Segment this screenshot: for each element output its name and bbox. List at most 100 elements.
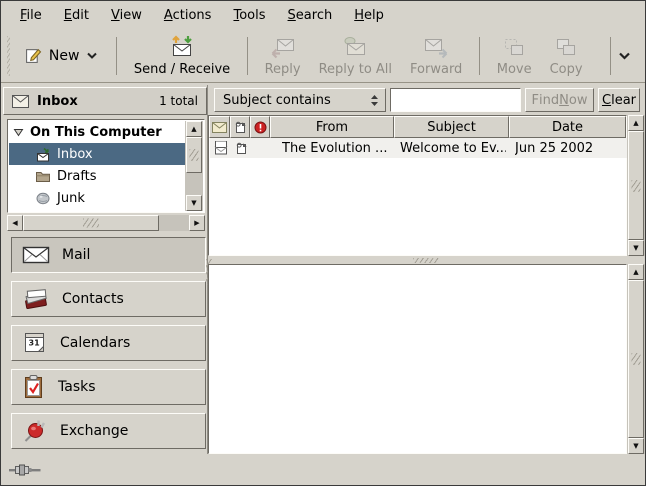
search-criteria-dropdown[interactable]: Subject contains <box>214 88 386 112</box>
junk-folder-icon <box>35 191 51 205</box>
copy-label: Copy <box>550 62 583 77</box>
toolbar-grip[interactable] <box>7 36 10 76</box>
tree-scrollbar: ▲ ▼ <box>185 121 203 211</box>
expander-triangle-icon[interactable] <box>13 128 24 137</box>
column-header-importance[interactable] <box>250 116 270 138</box>
copy-icon <box>553 37 579 59</box>
statusbar <box>1 454 646 486</box>
shortcut-exchange-button[interactable]: Exchange <box>11 413 206 449</box>
tree-root-label: On This Computer <box>30 125 162 140</box>
scroll-up-button[interactable]: ▲ <box>628 115 644 131</box>
reply-button[interactable]: Reply <box>256 32 310 80</box>
menu-search[interactable]: Search <box>277 5 344 26</box>
menu-file[interactable]: File <box>9 5 53 26</box>
send-receive-icon <box>169 33 195 59</box>
send-receive-button[interactable]: Send / Receive <box>125 32 239 80</box>
message-count: 1 total <box>159 94 198 108</box>
shortcut-tasks-button[interactable]: Tasks <box>11 369 206 405</box>
shortcut-calendars-button[interactable]: 31 Calendars <box>11 325 206 361</box>
read-message-icon <box>213 141 229 155</box>
move-icon <box>501 37 527 59</box>
scroll-down-button[interactable]: ▼ <box>186 195 202 211</box>
offline-plug-icon[interactable] <box>9 463 41 477</box>
menubar: File Edit View Actions Tools Search Help <box>1 1 645 29</box>
drafts-folder-icon <box>35 169 51 183</box>
tree-row-junk[interactable]: Junk <box>9 187 185 209</box>
move-button[interactable]: Move <box>488 32 541 80</box>
shortcut-contacts-button[interactable]: Contacts <box>11 281 206 317</box>
list-preview-splitter[interactable] <box>208 256 645 264</box>
new-button[interactable]: New <box>15 39 109 72</box>
scroll-right-button[interactable]: ▶ <box>189 215 205 231</box>
scroll-down-button[interactable]: ▼ <box>628 240 644 256</box>
menu-help[interactable]: Help <box>343 5 395 26</box>
tree-row-on-this-computer[interactable]: On This Computer <box>9 121 203 143</box>
menu-view[interactable]: View <box>100 5 153 26</box>
shortcut-label: Contacts <box>62 291 124 307</box>
tree-item-label: Junk <box>57 191 85 206</box>
search-input[interactable] <box>390 88 521 112</box>
message-list-scrollbar: ▲ ▼ <box>627 115 645 256</box>
copy-button[interactable]: Copy <box>541 32 592 80</box>
message-list: From Subject Date The Evolution ... Welc… <box>208 115 627 256</box>
toolbar: New Send / Receive <box>1 29 645 83</box>
splitter-grip[interactable] <box>413 258 439 263</box>
reply-to-all-label: Reply to All <box>319 62 392 77</box>
scroll-down-button[interactable]: ▼ <box>628 438 644 454</box>
contacts-icon <box>22 287 50 311</box>
tree-horizontal-scrollbar: ◀ ▶ <box>7 215 205 231</box>
forward-button[interactable]: Forward <box>401 32 471 80</box>
menu-edit[interactable]: Edit <box>53 5 100 26</box>
exchange-icon <box>22 418 48 444</box>
scroll-up-button[interactable]: ▲ <box>186 121 202 137</box>
message-subject: Welcome to Ev... <box>400 141 506 156</box>
tree-row-drafts[interactable]: Drafts <box>9 165 185 187</box>
attachment-icon <box>235 142 248 155</box>
envelope-icon <box>212 122 227 133</box>
scrollbar-thumb[interactable] <box>23 215 159 231</box>
mail-icon <box>12 95 29 108</box>
scrollbar-thumb[interactable] <box>186 137 202 173</box>
dropdown-arrows-icon <box>370 94 379 107</box>
new-button-label: New <box>49 48 80 64</box>
importance-icon <box>254 121 267 134</box>
message-from: The Evolution ... <box>282 141 390 156</box>
preview-pane: ▲ ▼ <box>208 264 645 454</box>
reply-icon <box>269 35 297 59</box>
toolbar-overflow-chevron[interactable] <box>618 52 631 60</box>
forward-icon <box>422 35 450 59</box>
menu-actions[interactable]: Actions <box>153 5 223 26</box>
message-preview[interactable] <box>208 264 627 454</box>
search-criteria-value: Subject contains <box>223 93 331 108</box>
scrollbar-thumb[interactable] <box>628 280 644 438</box>
search-bar: Subject contains Find Now Clear <box>208 85 646 115</box>
preview-scrollbar: ▲ ▼ <box>627 264 645 454</box>
menu-tools[interactable]: Tools <box>222 5 276 26</box>
column-header-attachment[interactable] <box>230 116 250 138</box>
folder-tree: On This Computer Inbox Drafts Junk ▲ <box>7 119 205 213</box>
inbox-folder-icon <box>35 147 51 162</box>
message-row[interactable]: The Evolution ... Welcome to Ev... Jun 2… <box>210 138 627 158</box>
reply-to-all-icon <box>341 35 369 59</box>
shortcut-label: Calendars <box>60 335 130 351</box>
shortcut-label: Mail <box>62 247 90 263</box>
column-header-from[interactable]: From <box>270 116 394 138</box>
column-header-subject[interactable]: Subject <box>394 116 509 138</box>
forward-label: Forward <box>410 62 462 77</box>
attachment-icon <box>234 121 247 134</box>
shortcut-mail-button[interactable]: Mail <box>11 237 206 273</box>
find-now-button[interactable]: Find Now <box>525 88 594 112</box>
svg-text:31: 31 <box>29 339 41 348</box>
move-label: Move <box>497 62 532 77</box>
clear-button[interactable]: Clear <box>598 88 640 112</box>
scroll-up-button[interactable]: ▲ <box>628 264 644 280</box>
message-date: Jun 25 2002 <box>515 141 623 156</box>
column-header-date[interactable]: Date <box>509 116 626 138</box>
tree-row-inbox[interactable]: Inbox <box>9 143 185 165</box>
chevron-down-icon[interactable] <box>86 52 98 60</box>
shortcut-label: Tasks <box>58 379 96 395</box>
reply-to-all-button[interactable]: Reply to All <box>310 32 401 80</box>
scrollbar-thumb[interactable] <box>628 131 644 240</box>
column-header-status[interactable] <box>209 116 230 138</box>
scroll-left-button[interactable]: ◀ <box>7 215 23 231</box>
